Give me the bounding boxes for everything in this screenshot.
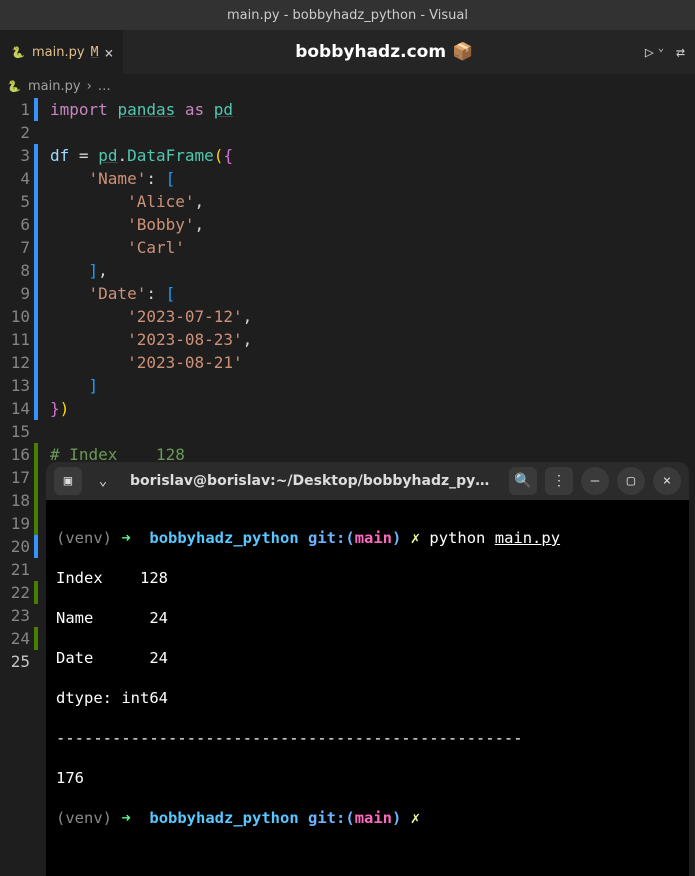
close-icon[interactable]: × [653, 467, 681, 495]
new-tab-icon[interactable]: ▣ [54, 467, 82, 495]
close-icon[interactable]: × [104, 44, 113, 62]
run-dropdown-icon[interactable]: ⌄ [658, 43, 664, 61]
breadcrumb-ellipsis: … [98, 79, 111, 94]
breadcrumb-file: main.py [28, 79, 81, 94]
terminal-window: ▣ ⌄ borislav@borislav:~/Desktop/bobbyhad… [46, 462, 689, 876]
line-numbers: 1234567891011121314151617181920212223242… [0, 98, 32, 673]
terminal-body[interactable]: (venv) ➜ bobbyhadz_python git:(main) ✗ p… [46, 500, 689, 876]
breadcrumb[interactable]: 🐍 main.py › … [0, 74, 695, 98]
window-title: main.py - bobbyhadz_python - Visual [227, 8, 468, 23]
chevron-right-icon: › [87, 79, 92, 94]
menu-icon[interactable]: ⋮ [545, 467, 573, 495]
minimize-icon[interactable]: – [581, 467, 609, 495]
center-label: bobbyhadz.com 📦 [123, 42, 644, 62]
run-icon[interactable]: ▷ [645, 43, 654, 61]
tab-main-py[interactable]: 🐍 main.py M × [0, 30, 123, 74]
tab-bar: 🐍 main.py M × bobbyhadz.com 📦 ▷ ⌄ ⇄ [0, 30, 695, 74]
dropdown-icon[interactable]: ⌄ [90, 468, 116, 494]
search-icon[interactable]: 🔍 [509, 467, 537, 495]
window-titlebar: main.py - bobbyhadz_python - Visual [0, 0, 695, 30]
python-icon: 🐍 [10, 45, 26, 61]
tab-modified-indicator: M [91, 45, 99, 60]
tab-name: main.py [32, 45, 85, 60]
terminal-title: borislav@borislav:~/Desktop/bobbyhadz_py… [124, 473, 501, 489]
maximize-icon[interactable]: ▢ [617, 467, 645, 495]
compare-icon[interactable]: ⇄ [676, 43, 685, 61]
python-icon: 🐍 [6, 78, 22, 94]
terminal-titlebar[interactable]: ▣ ⌄ borislav@borislav:~/Desktop/bobbyhad… [46, 462, 689, 500]
